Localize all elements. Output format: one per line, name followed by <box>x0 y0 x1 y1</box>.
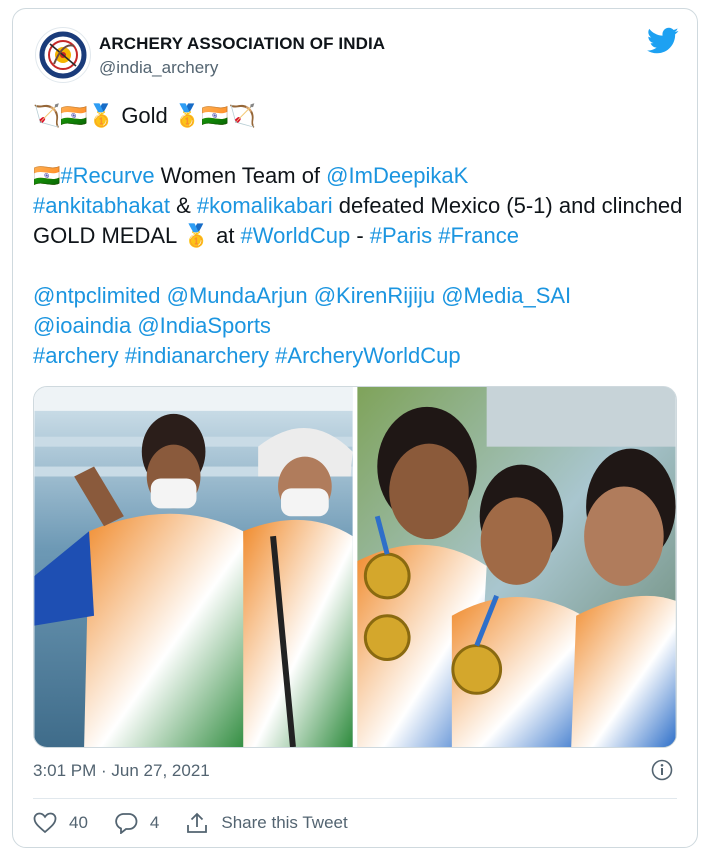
hashtag-worldcup[interactable]: #WorldCup <box>241 223 351 248</box>
hashtag-archeryworldcup[interactable]: #ArcheryWorldCup <box>275 343 460 368</box>
share-label: Share this Tweet <box>221 813 348 832</box>
mention-mundaarjun[interactable]: @MundaArjun <box>167 283 308 308</box>
gold-word: Gold <box>121 103 168 128</box>
account-avatar[interactable] <box>35 27 91 83</box>
text-fragment: Women Team of <box>154 163 327 188</box>
share-button[interactable]: Share this Tweet <box>185 812 348 834</box>
tweet-media <box>33 386 677 748</box>
like-count: 40 <box>69 813 88 832</box>
twitter-bird-icon[interactable] <box>647 27 679 55</box>
account-handle[interactable]: @india_archery <box>99 58 218 78</box>
hashtag-komalikabari[interactable]: #komalikabari <box>197 193 333 218</box>
tweet-card: ARCHERY ASSOCIATION OF INDIA @india_arch… <box>12 8 698 848</box>
reply-bubble-icon <box>115 813 138 834</box>
photo-three-archers-medals[interactable] <box>357 387 676 747</box>
mention-indiasports[interactable]: @IndiaSports <box>137 313 271 338</box>
tweet-line-gold: 🏹🇮🇳🥇 Gold 🥇🇮🇳🏹 <box>33 101 683 131</box>
india-flag-emoji: 🇮🇳 <box>33 163 61 188</box>
emoji-suffix: 🥇🇮🇳🏹 <box>173 103 257 128</box>
medal-emoji: 🥇 <box>182 223 210 248</box>
like-button[interactable]: 40 <box>33 812 88 834</box>
emoji-prefix: 🏹🇮🇳🥇 <box>33 103 116 128</box>
text-fragment: - <box>350 223 370 248</box>
reply-button[interactable]: 4 <box>114 812 159 834</box>
heart-icon <box>33 812 57 834</box>
hashtag-recurve[interactable]: #Recurve <box>60 163 154 188</box>
tweet-paragraph-result: 🇮🇳#Recurve Women Team of @ImDeepikaK #ank… <box>33 161 683 251</box>
mention-ntpclimited[interactable]: @ntpclimited <box>33 283 161 308</box>
mention-ioaindia[interactable]: @ioaindia <box>33 313 131 338</box>
photo-two-archers[interactable] <box>34 387 353 747</box>
mention-kirenrijiju[interactable]: @KirenRijiju <box>314 283 435 308</box>
tweet-actions: 40 4 Share this Tweet <box>33 809 374 837</box>
mention-deepika[interactable]: @ImDeepikaK <box>326 163 468 188</box>
hashtag-indianarchery[interactable]: #indianarchery <box>125 343 269 368</box>
hashtag-archery[interactable]: #archery <box>33 343 119 368</box>
reply-count: 4 <box>149 813 160 832</box>
hashtag-ankitabhakat[interactable]: #ankitabhakat <box>33 193 170 218</box>
tweet-timestamp[interactable]: 3:01 PM · Jun 27, 2021 <box>33 761 210 781</box>
archery-association-logo-icon <box>37 29 89 81</box>
info-icon[interactable] <box>651 759 673 781</box>
hashtag-paris[interactable]: #Paris <box>370 223 432 248</box>
tweet-text: 🏹🇮🇳🥇 Gold 🥇🇮🇳🏹 🇮🇳#Recurve Women Team of … <box>33 101 683 371</box>
text-fragment: at <box>209 223 241 248</box>
tweet-paragraph-mentions: @ntpclimited @MundaArjun @KirenRijiju @M… <box>33 281 683 371</box>
hashtag-france[interactable]: #France <box>438 223 519 248</box>
share-icon <box>187 812 208 833</box>
mention-media-sai[interactable]: @Media_SAI <box>441 283 571 308</box>
account-name[interactable]: ARCHERY ASSOCIATION OF INDIA <box>99 34 385 54</box>
actions-divider <box>33 798 677 799</box>
text-fragment: & <box>170 193 197 218</box>
